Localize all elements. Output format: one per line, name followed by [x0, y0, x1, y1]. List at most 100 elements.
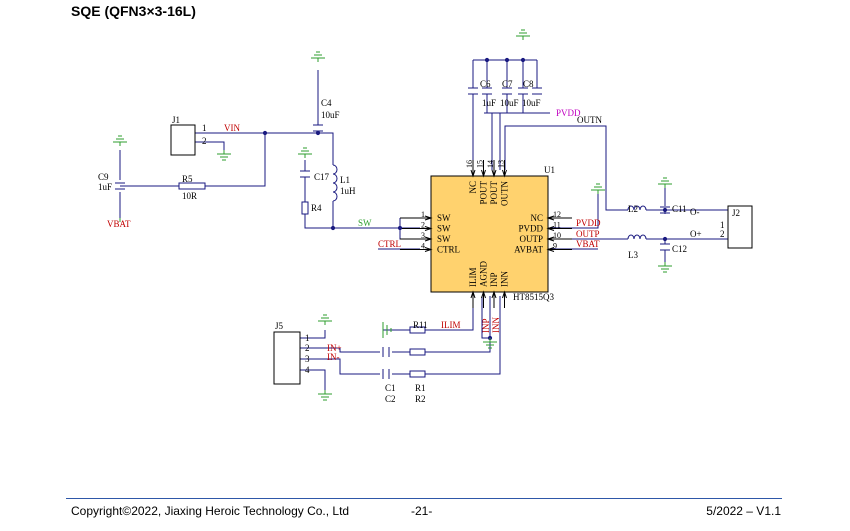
footer-divider	[66, 498, 782, 499]
pin-num-top-13: 13	[497, 160, 506, 168]
pin-num-top-16: 16	[465, 160, 474, 168]
junction-dot-6	[520, 57, 526, 63]
net-inp: INP	[481, 318, 491, 333]
junction-dot-1	[315, 130, 321, 136]
c7-ref: C7	[502, 79, 513, 89]
pin-num-right-11: 11	[553, 221, 561, 230]
ground-c4-icon	[311, 51, 325, 62]
net-ctrl: CTRL	[378, 239, 401, 249]
ground-j5-pin4-icon	[318, 390, 332, 401]
ground-c11-icon	[658, 177, 672, 188]
net-outp: OUTP	[576, 229, 600, 239]
footer-page-number: -21-	[411, 504, 433, 518]
net-vbat: VBAT	[107, 219, 131, 229]
c9-value: 1uF	[98, 182, 112, 192]
r1-ref: R1	[415, 383, 426, 393]
resistor-r1	[409, 348, 426, 356]
footer-version: 5/2022 – V1.1	[706, 504, 781, 518]
j5-pin1: 1	[305, 333, 310, 343]
c6-ref: C6	[480, 79, 491, 89]
pin-name-bottom-5: ILIM	[468, 268, 478, 288]
ground-c9-icon	[113, 135, 127, 146]
r4-ref: R4	[311, 203, 322, 213]
pin-name-right-12: NC	[530, 213, 543, 223]
ground-j1-icon	[217, 150, 231, 161]
junction-dot-7	[662, 207, 668, 213]
r11-ref: R11	[413, 320, 428, 330]
pin-name-bottom-6: AGND	[479, 261, 489, 287]
pin-name-left-2: SW	[437, 224, 451, 234]
schematic-diagram: 1 SW2 SW3 SW4 CTRL12NC11PVDD10OUTP9AVBAT16NC…	[98, 29, 753, 404]
pin-num-left-3: 3	[421, 231, 425, 240]
l1-value: 1uH	[340, 186, 356, 196]
pin-name-top-15: POUT	[479, 181, 489, 205]
pin-name-left-3: SW	[437, 234, 451, 244]
ground-j5-pin1-icon	[318, 314, 332, 325]
pin-name-top-14: POUT	[489, 181, 499, 205]
pin-num-left-1: 1	[421, 210, 425, 219]
pin-name-top-13: OUTN	[500, 181, 510, 206]
pin-name-left-1: SW	[437, 213, 451, 223]
pin-name-right-10: OUTP	[519, 234, 543, 244]
inductor-l3	[627, 234, 647, 240]
net-vbat-right: VBAT	[576, 239, 600, 249]
c6-value: 1uF	[482, 98, 496, 108]
ground-c12-icon	[658, 262, 672, 273]
j1-pin2: 2	[202, 136, 207, 146]
c12-ref: C12	[672, 244, 687, 254]
c8-value: 10uF	[522, 98, 541, 108]
wire-l1-sw	[332, 201, 420, 229]
j2-ref: J2	[732, 208, 740, 218]
net-ilim: ILIM	[441, 320, 461, 330]
pin-num-left-2: 2	[421, 221, 425, 230]
ground-c17-icon	[298, 147, 312, 158]
c8-ref: C8	[523, 79, 534, 89]
pin-name-left-4: CTRL	[437, 245, 460, 255]
net-o-plus: O+	[690, 229, 702, 239]
connector-j1	[170, 124, 196, 156]
c4-ref: C4	[321, 98, 332, 108]
footer-copyright: Copyright©2022, Jiaxing Heroic Technolog…	[71, 504, 350, 518]
c11-ref: C11	[672, 204, 687, 214]
pin-name-bottom-8: INN	[500, 271, 510, 287]
l1-ref: L1	[340, 175, 350, 185]
pin-num-left-4: 4	[421, 242, 425, 251]
wire-inn	[425, 296, 501, 375]
r5-value: 10R	[182, 191, 197, 201]
net-inn: INN	[491, 317, 501, 333]
net-vin: VIN	[224, 123, 240, 133]
pin-name-right-11: PVDD	[518, 224, 543, 234]
pin-name-right-9: AVBAT	[514, 245, 543, 255]
junction-dot-2	[330, 225, 336, 231]
pin-num-top-15: 15	[476, 160, 485, 168]
junction-dot-8	[662, 236, 668, 242]
pin-num-right-9: 9	[553, 242, 557, 251]
junction-dot-0	[262, 130, 268, 136]
r5-ref: R5	[182, 174, 193, 184]
j5-ref: J5	[275, 321, 284, 331]
r2-ref: R2	[415, 394, 426, 404]
junction-dot-3	[397, 225, 403, 231]
ground-top-caps-icon	[516, 29, 530, 40]
c2-ref: C2	[385, 394, 396, 404]
net-sw: SW	[358, 218, 372, 228]
j1-pin1: 1	[202, 123, 207, 133]
ground-right-icon	[591, 183, 605, 194]
chip-part-label: HT8515Q3	[513, 292, 554, 302]
junction-dot-5	[504, 57, 510, 63]
c9-ref: C9	[98, 172, 109, 182]
j5-pin2: 2	[305, 343, 310, 353]
c4-value: 10uF	[321, 110, 340, 120]
wire-vin-down	[205, 133, 266, 187]
pin-num-right-10: 10	[553, 231, 561, 240]
l3-ref: L3	[628, 250, 638, 260]
pin-num-top-14: 14	[486, 160, 495, 168]
resistor-r2	[409, 370, 426, 378]
resistor-r4	[301, 201, 309, 215]
c7-value: 10uF	[500, 98, 519, 108]
inductor-l1	[332, 164, 338, 202]
wire-c1c2	[392, 351, 410, 375]
pin-name-bottom-7: INP	[489, 272, 499, 287]
pin-num-right-12: 12	[553, 210, 561, 219]
connector-j5	[273, 331, 301, 385]
